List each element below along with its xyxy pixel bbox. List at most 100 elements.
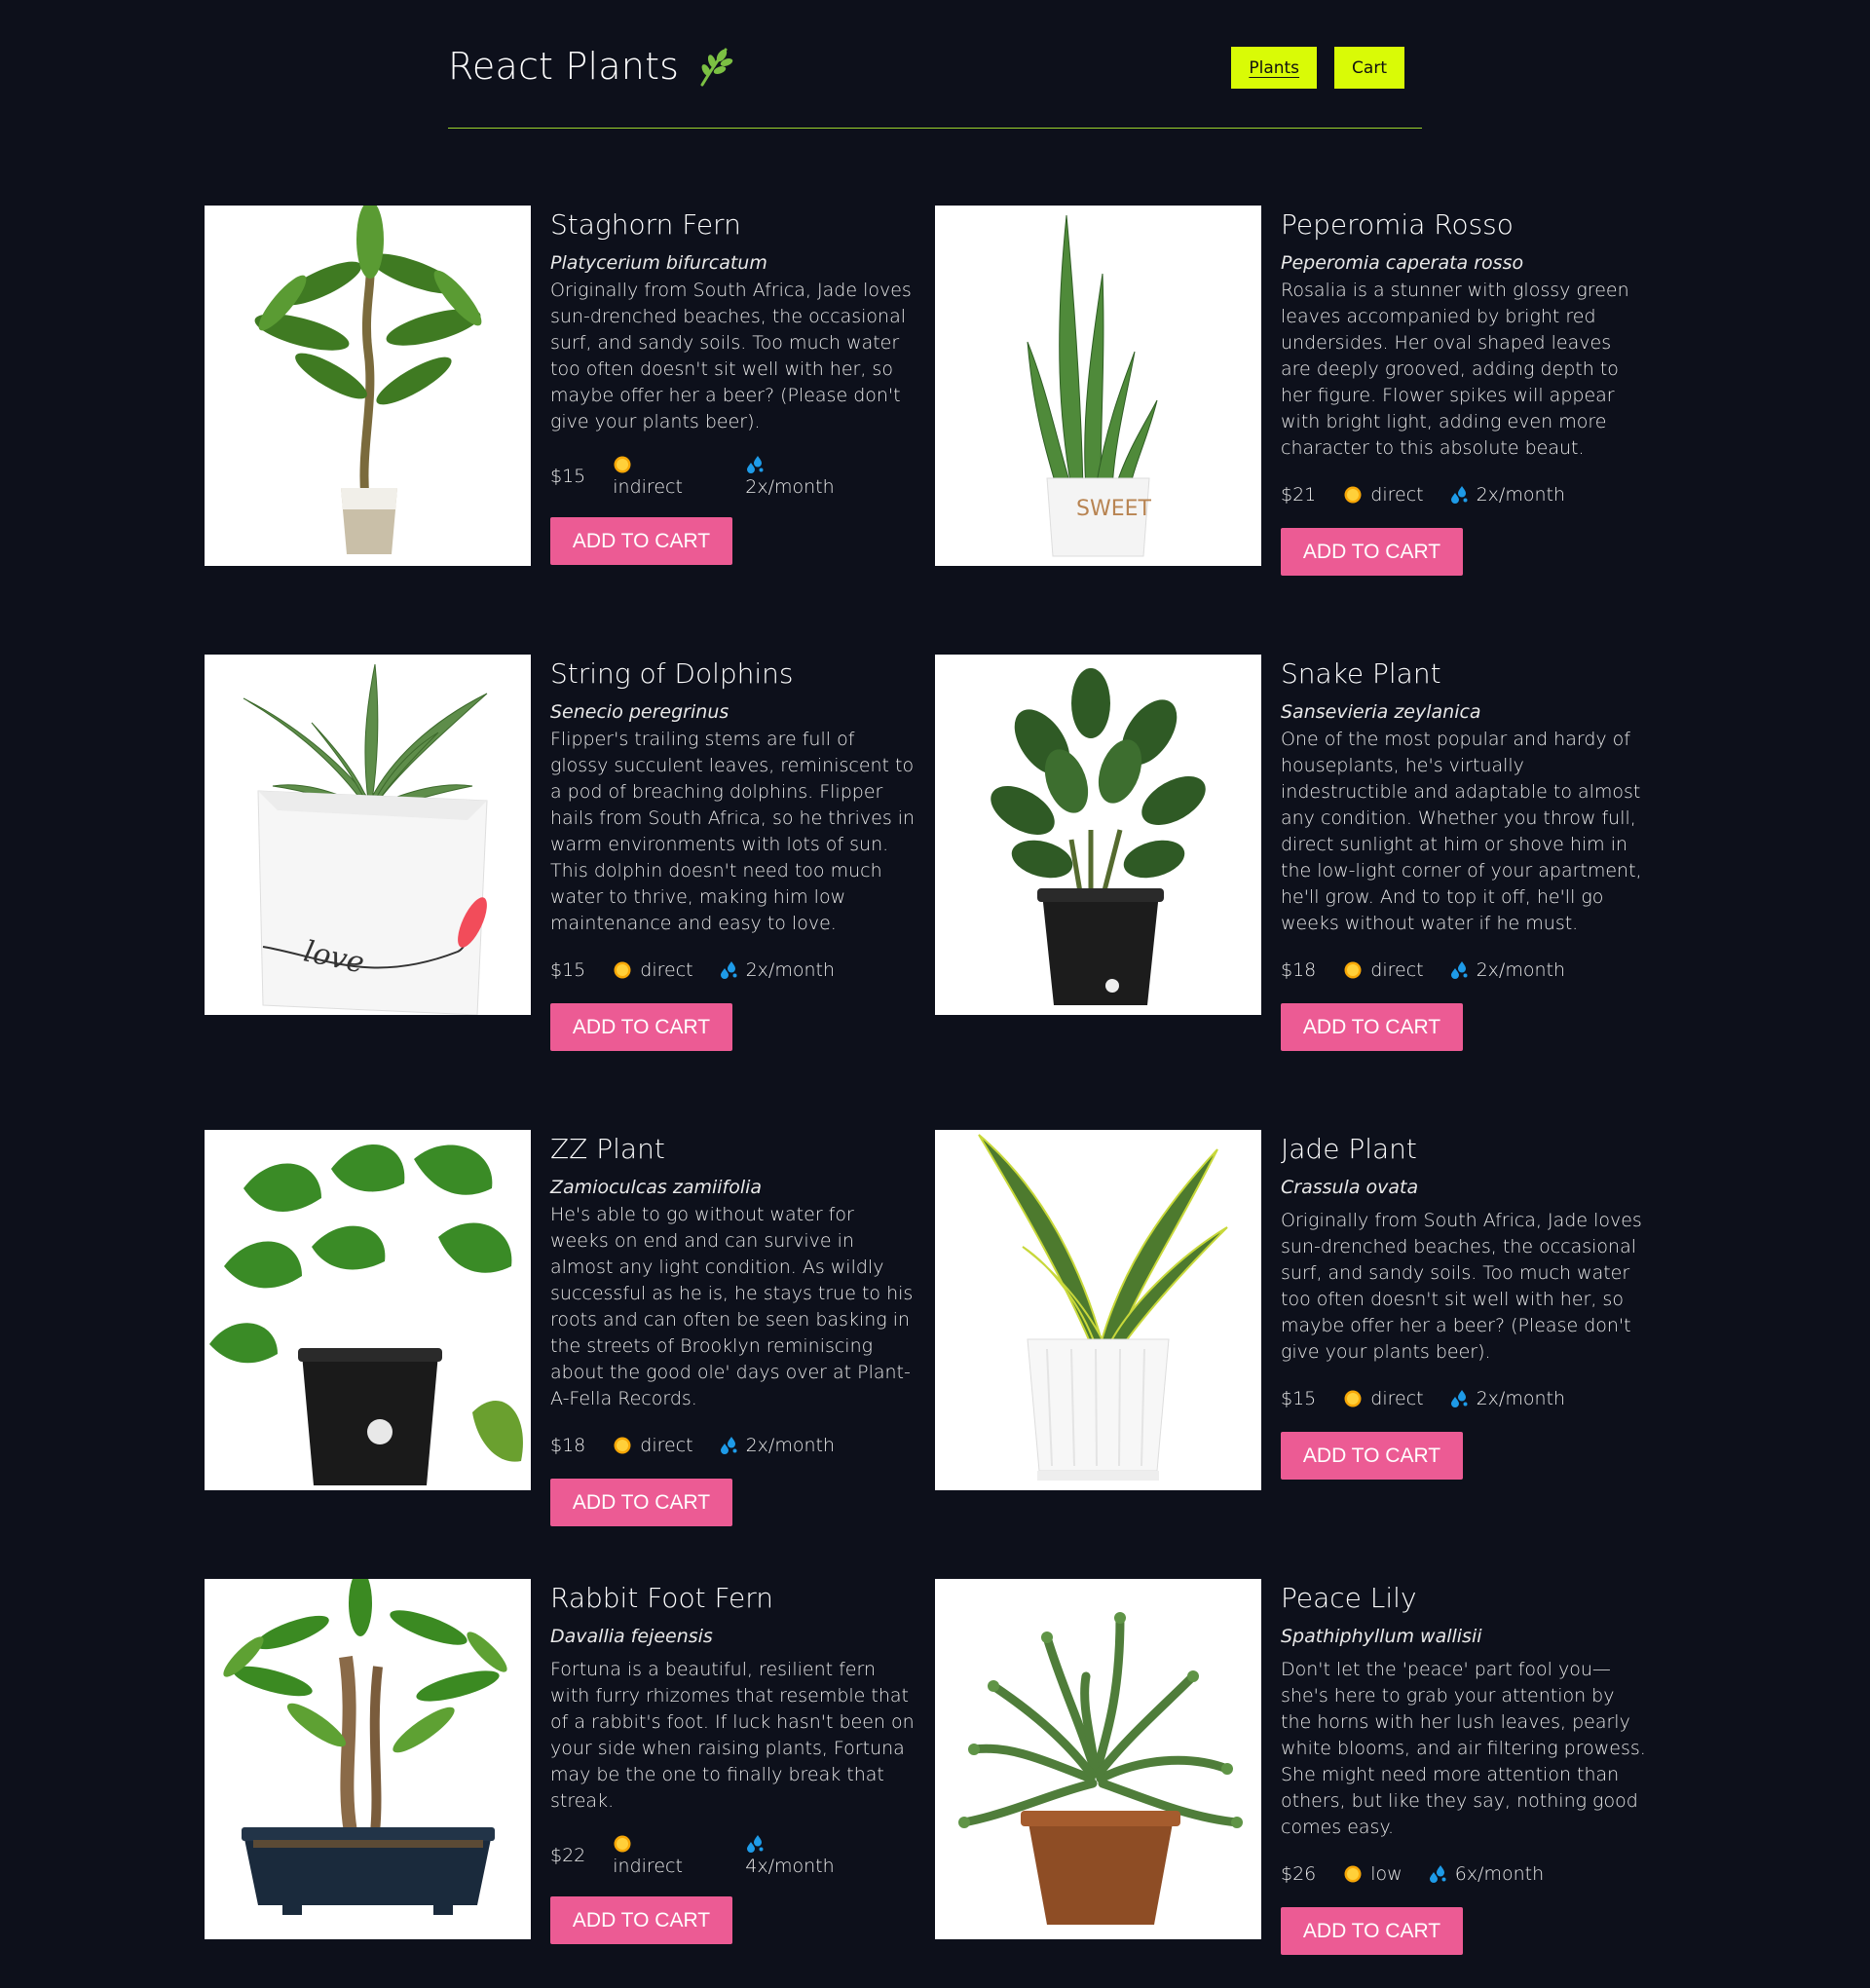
plant-scientific-name: Senecio peregrinus [550,701,729,723]
plant-price: $15 [550,466,586,487]
light-stat: low [1343,1863,1402,1885]
add-to-cart-button[interactable]: ADD TO CART [550,1479,732,1526]
water-stat: 2x/month [1449,484,1565,506]
water-drops-icon [719,960,738,980]
water-drops-icon [1449,960,1469,980]
plant-card: ZZ Plant Zamioculcas zamiifolia He's abl… [205,1130,925,1526]
plant-description: Flipper's trailing stems are full of glo… [550,729,916,934]
plant-meta: $21 direct 2x/month [1281,481,1646,508]
plant-meta: $22 indirect 4x/month [550,1834,916,1877]
plant-price: $15 [1281,1388,1317,1409]
plant-scientific-name: Spathiphyllum wallisii [1281,1626,1482,1647]
plant-description: Originally from South Africa, Jade loves… [1281,1210,1642,1363]
plant-card: Snake Plant Sansevieria zeylanica One of… [935,655,1656,1051]
add-to-cart-button[interactable]: ADD TO CART [550,1896,732,1944]
plant-card: Jade Plant Crassula ovata Originally fro… [935,1130,1656,1490]
plant-name: Rabbit Foot Fern [550,1582,774,1614]
plant-description: Don't let the 'peace' part fool you—she'… [1281,1659,1646,1838]
water-drops-icon [1449,485,1469,505]
water-stat: 2x/month [745,455,852,498]
plant-image: SWEET [935,206,1261,566]
light-stat: direct [613,1435,693,1456]
plant-scientific-name: Platycerium bifurcatum [550,252,767,274]
water-value: 4x/month [745,1856,835,1877]
plant-card: Staghorn Fern Platycerium bifurcatum Ori… [205,206,925,566]
water-value: 2x/month [1476,484,1565,506]
plant-price: $22 [550,1845,586,1866]
water-value: 2x/month [745,1435,835,1456]
plant-name: String of Dolphins [550,657,794,690]
light-stat: direct [1343,959,1424,981]
nav-cart-label: Cart [1352,57,1387,78]
light-value: low [1370,1863,1402,1885]
leaf-icon [700,48,733,87]
water-drops-icon [745,455,765,474]
light-value: indirect [613,1856,683,1877]
light-value: direct [640,1435,693,1456]
add-to-cart-button[interactable]: ADD TO CART [1281,1003,1463,1051]
plant-meta: $15 direct 2x/month [1281,1385,1646,1412]
plant-image [205,1579,531,1939]
plant-image [205,206,531,566]
plant-description: One of the most popular and hardy of hou… [1281,729,1642,934]
plant-name: Staghorn Fern [550,208,741,241]
light-stat: indirect [613,1834,720,1877]
plant-meta: $18 direct 2x/month [550,1432,916,1459]
plant-description: Rosalia is a stunner with glossy green l… [1281,280,1629,459]
plant-meta: $15 indirect 2x/month [550,455,916,498]
water-value: 6x/month [1454,1863,1545,1885]
plant-card: Peace Lily Spathiphyllum wallisii Don't … [935,1579,1656,1955]
water-stat: 4x/month [745,1834,852,1877]
light-value: direct [1370,1388,1424,1409]
brand[interactable]: React Plants [448,45,733,88]
plant-card: Rabbit Foot Fern Davallia fejeensis Fort… [205,1579,925,1944]
sun-icon [613,1834,632,1854]
plant-card: SWEET Peperomia Rosso Peperomia caperata… [935,206,1656,576]
plant-image [205,1130,531,1490]
plant-name: Peace Lily [1281,1582,1417,1614]
water-drops-icon [719,1436,738,1455]
light-stat: direct [1343,1388,1424,1409]
plant-name: ZZ Plant [550,1133,665,1165]
sun-icon [613,455,632,474]
sun-icon [613,1436,632,1455]
add-to-cart-button[interactable]: ADD TO CART [1281,1432,1463,1480]
water-value: 2x/month [1476,959,1565,981]
water-drops-icon [1428,1864,1447,1884]
light-stat: direct [1343,484,1424,506]
light-stat: direct [613,959,693,981]
plant-description: He's able to go without water for weeks … [550,1204,914,1409]
plant-meta: $15 direct 2x/month [550,956,916,984]
water-value: 2x/month [745,959,835,981]
plant-meta: $26 low 6x/month [1281,1860,1646,1888]
sun-icon [1343,485,1363,505]
plant-scientific-name: Zamioculcas zamiifolia [550,1177,763,1198]
site-header: React Plants Plants Cart [448,0,1422,129]
add-to-cart-button[interactable]: ADD TO CART [1281,528,1463,576]
plant-image [935,655,1261,1015]
nav-plants-button[interactable]: Plants [1231,47,1318,89]
plant-image [935,1579,1261,1939]
light-value: direct [640,959,693,981]
water-stat: 2x/month [1449,959,1565,981]
light-value: indirect [613,476,683,498]
plant-meta: $18 direct 2x/month [1281,956,1646,984]
add-to-cart-button[interactable]: ADD TO CART [550,517,732,565]
add-to-cart-button[interactable]: ADD TO CART [550,1003,732,1051]
plant-scientific-name: Sansevieria zeylanica [1281,701,1481,723]
main-nav: Plants Cart [1231,47,1404,89]
plant-description: Fortuna is a beautiful, resilient fern w… [550,1659,915,1812]
water-stat: 2x/month [719,959,835,981]
plant-name: Peperomia Rosso [1281,208,1514,241]
plant-image: love [205,655,531,1015]
plant-name: Jade Plant [1281,1133,1417,1165]
light-value: direct [1370,484,1424,506]
sun-icon [1343,1389,1363,1408]
plant-image [935,1130,1261,1490]
add-to-cart-button[interactable]: ADD TO CART [1281,1907,1463,1955]
nav-cart-button[interactable]: Cart [1334,47,1404,89]
plant-name: Snake Plant [1281,657,1441,690]
plant-price: $18 [550,1435,586,1456]
plant-scientific-name: Peperomia caperata rosso [1281,252,1524,274]
light-value: direct [1370,959,1424,981]
